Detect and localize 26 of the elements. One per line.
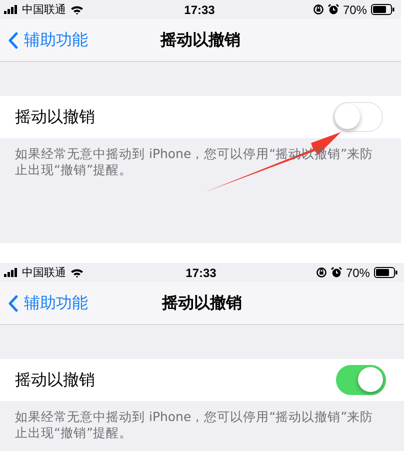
- back-button[interactable]: 辅助功能: [0, 292, 96, 314]
- rotation-lock-icon: [312, 4, 324, 15]
- alarm-icon: [328, 4, 339, 15]
- status-time: 17:33: [184, 2, 215, 16]
- battery-percent: 70%: [342, 2, 367, 16]
- setting-label: 摇动以撤销: [15, 370, 95, 390]
- signal-icon: [4, 268, 18, 277]
- chevron-left-icon: [8, 294, 18, 312]
- alarm-icon: [330, 267, 342, 278]
- battery-icon: [370, 4, 395, 15]
- wifi-icon: [70, 268, 84, 278]
- wifi-icon: [70, 4, 84, 14]
- status-time: 17:33: [186, 266, 216, 280]
- setting-label: 摇动以撤销: [15, 106, 95, 128]
- back-button[interactable]: 辅助功能: [0, 30, 96, 50]
- chevron-left-icon: [8, 32, 18, 48]
- nav-title: 摇动以撤销: [160, 30, 240, 50]
- battery-icon: [374, 267, 398, 278]
- battery-percent: 70%: [346, 266, 370, 280]
- footer-note: 如果经常无意中摇动到 iPhone，您可以停用“摇动以撤销”来防止出现“撤销”提醒。: [14, 408, 374, 442]
- carrier-name: 中国联通: [22, 265, 66, 280]
- carrier-name: 中国联通: [22, 2, 66, 17]
- signal-icon: [4, 5, 18, 14]
- nav-title: 摇动以撤销: [162, 292, 242, 314]
- rotation-lock-icon: [316, 267, 327, 278]
- toggle-switch[interactable]: [336, 365, 386, 395]
